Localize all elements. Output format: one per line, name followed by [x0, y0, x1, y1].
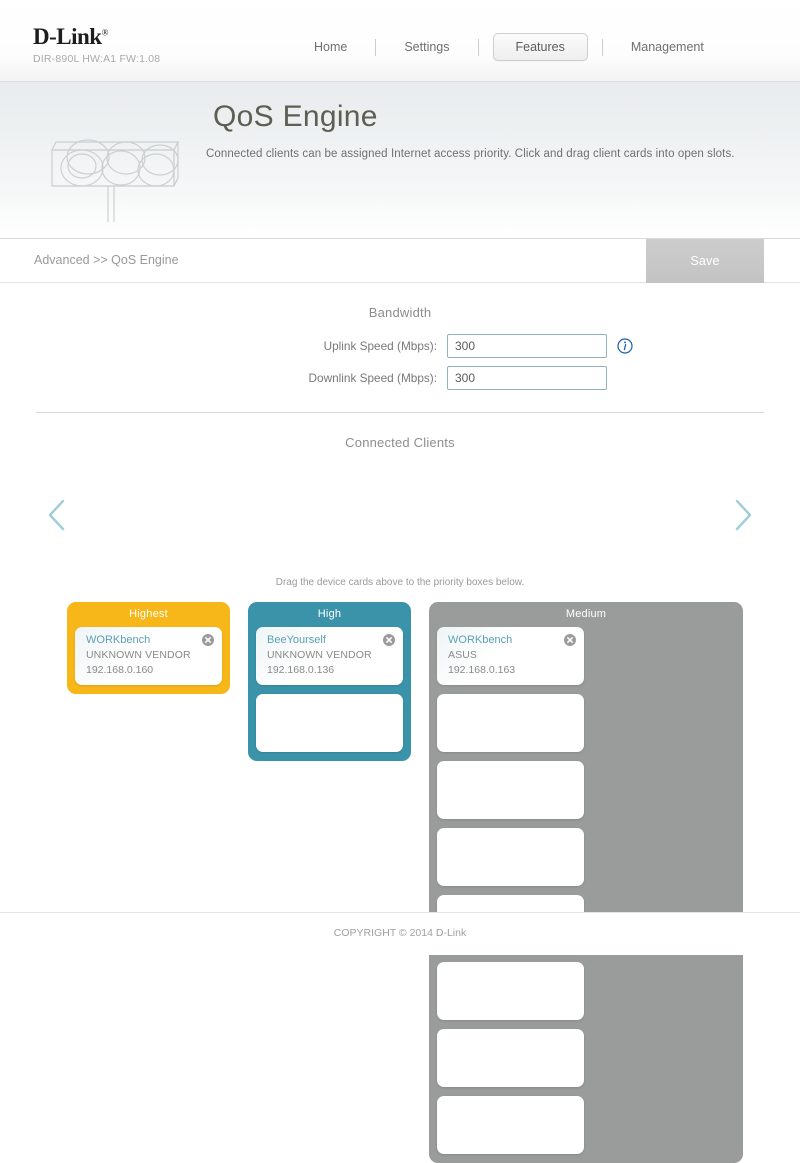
card-device-name: WORKbench — [86, 634, 151, 646]
nav-divider — [375, 38, 377, 56]
brand-block: D-Link® DIR-890L HW:A1 FW:1.08 — [33, 25, 160, 65]
card-device-name: BeeYourself — [267, 634, 326, 646]
downlink-speed-label: Downlink Speed (Mbps): — [308, 371, 437, 385]
priority-boxes: Highest WORKbench UNKNOWN VENDOR 192.168… — [36, 602, 764, 1163]
downlink-speed-input[interactable] — [447, 366, 607, 390]
info-icon-placeholder — [617, 370, 633, 386]
empty-slot[interactable] — [437, 694, 584, 752]
device-model-info: DIR-890L HW:A1 FW:1.08 — [33, 53, 161, 65]
empty-slot[interactable] — [437, 962, 584, 1020]
empty-slot[interactable] — [437, 1029, 584, 1087]
breadcrumb: Advanced >> QoS Engine — [34, 253, 179, 267]
breadcrumb-bar: Advanced >> QoS Engine Save — [0, 239, 800, 283]
empty-slot[interactable] — [437, 828, 584, 886]
empty-slot[interactable] — [437, 1096, 584, 1154]
client-card[interactable]: WORKbench ASUS 192.168.0.163 — [437, 627, 584, 685]
card-ip-address: 192.168.0.136 — [267, 664, 335, 676]
uplink-speed-row: Uplink Speed (Mbps): — [36, 334, 764, 358]
bandwidth-section-title: Bandwidth — [368, 305, 432, 320]
traffic-light-icon — [38, 124, 188, 229]
drag-hint-text: Drag the device cards above to the prior… — [275, 577, 525, 588]
card-vendor: UNKNOWN VENDOR — [267, 649, 372, 661]
bandwidth-form: Uplink Speed (Mbps): Downlink Speed (Mbp… — [36, 334, 764, 390]
priority-title-highest: Highest — [129, 608, 168, 620]
card-ip-address: 192.168.0.163 — [448, 664, 516, 676]
nav-divider — [477, 38, 479, 56]
logo-text: D-Link — [33, 24, 102, 49]
empty-slot[interactable] — [437, 761, 584, 819]
close-circle-icon[interactable] — [202, 633, 214, 646]
priority-group-highest[interactable]: Highest WORKbench UNKNOWN VENDOR 192.168… — [67, 602, 230, 694]
connected-clients-carousel — [36, 450, 764, 575]
close-circle-icon[interactable] — [383, 633, 395, 646]
priority-title-medium: Medium — [565, 608, 607, 620]
card-vendor: ASUS — [448, 649, 477, 661]
card-vendor: UNKNOWN VENDOR — [86, 649, 191, 661]
client-card[interactable]: BeeYourself UNKNOWN VENDOR 192.168.0.136 — [256, 627, 403, 685]
info-circle-icon[interactable] — [617, 338, 633, 354]
priority-group-medium[interactable]: Medium WORKbench ASUS 192.168.0.163 — [429, 602, 743, 1163]
chevron-right-icon[interactable] — [732, 498, 754, 532]
footer: COPYRIGHT © 2014 D-Link — [0, 912, 800, 955]
card-ip-address: 192.168.0.160 — [86, 664, 154, 676]
page-title: QoS Engine — [213, 100, 378, 133]
page-header: QoS Engine Connected clients can be assi… — [0, 82, 800, 239]
empty-slot[interactable] — [256, 694, 403, 752]
nav-item-features[interactable]: Features — [492, 33, 588, 61]
nav-item-settings[interactable]: Settings — [390, 34, 463, 60]
uplink-speed-input[interactable] — [447, 334, 607, 358]
save-button[interactable]: Save — [646, 239, 764, 283]
priority-slots-highest: WORKbench UNKNOWN VENDOR 192.168.0.160 — [75, 627, 222, 685]
top-navigation-bar: D-Link® DIR-890L HW:A1 FW:1.08 Home Sett… — [0, 0, 800, 82]
nav-item-management[interactable]: Management — [617, 34, 718, 60]
connected-clients-title: Connected Clients — [345, 435, 455, 450]
nav-divider — [601, 38, 603, 56]
nav-item-home[interactable]: Home — [300, 34, 361, 60]
priority-slots-high: BeeYourself UNKNOWN VENDOR 192.168.0.136 — [256, 627, 403, 752]
priority-group-high[interactable]: High BeeYourself UNKNOWN VENDOR 192.168.… — [248, 602, 411, 761]
main-nav: Home Settings Features Management — [300, 33, 718, 61]
priority-slots-medium: WORKbench ASUS 192.168.0.163 — [437, 627, 735, 1154]
downlink-speed-row: Downlink Speed (Mbps): — [36, 366, 764, 390]
page-description: Connected clients can be assigned Intern… — [206, 148, 735, 160]
client-card[interactable]: WORKbench UNKNOWN VENDOR 192.168.0.160 — [75, 627, 222, 685]
uplink-speed-label: Uplink Speed (Mbps): — [323, 339, 437, 353]
main-content: Bandwidth Uplink Speed (Mbps): Downlink … — [0, 305, 800, 1163]
card-device-name: WORKbench — [448, 634, 513, 646]
section-divider — [36, 412, 764, 413]
logo: D-Link® — [33, 24, 108, 49]
chevron-left-icon[interactable] — [46, 498, 68, 532]
priority-title-high: High — [317, 608, 342, 620]
copyright-text: COPYRIGHT © 2014 D-Link — [333, 927, 467, 939]
close-circle-icon[interactable] — [564, 633, 576, 646]
